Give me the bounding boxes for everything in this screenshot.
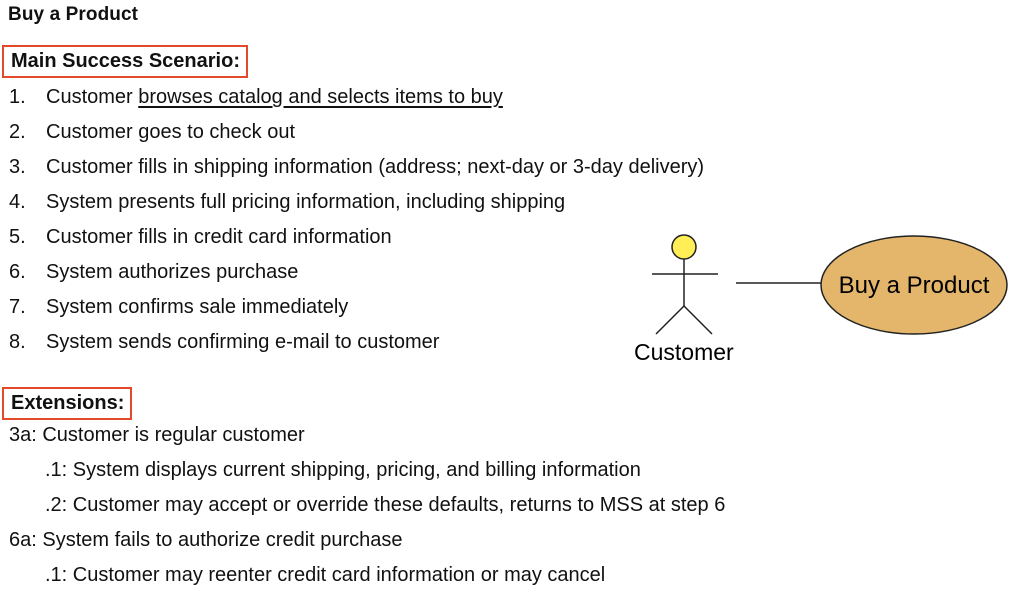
actor-figure <box>652 234 718 335</box>
actor-label: Customer <box>634 339 734 365</box>
actor-right-leg <box>683 305 713 335</box>
actor-left-leg <box>655 305 685 335</box>
usecase-label: Buy a Product <box>838 272 990 299</box>
actor-head <box>671 234 697 260</box>
